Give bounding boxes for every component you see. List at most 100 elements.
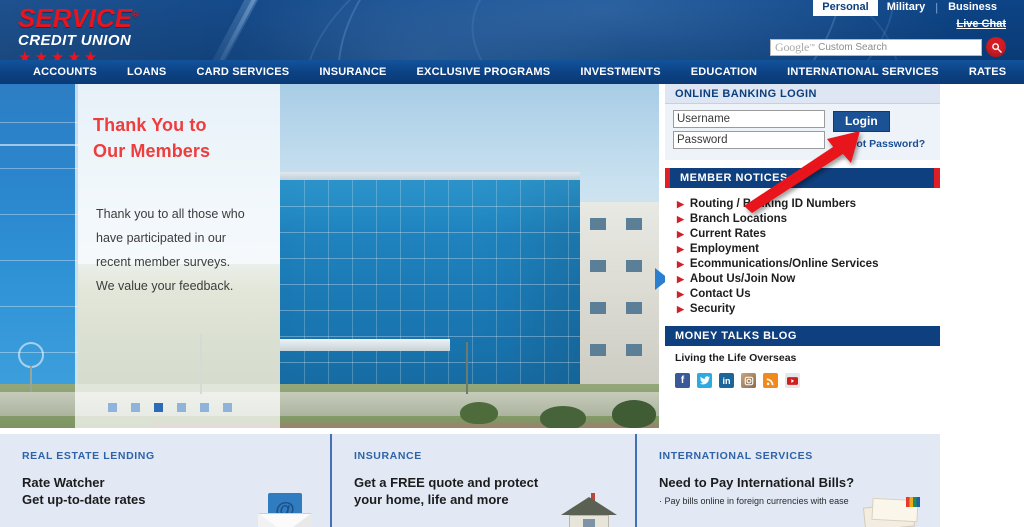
promo-card-international-services[interactable]: INTERNATIONAL SERVICES Need to Pay Inter… [635,434,940,527]
hero-title-line1: Thank You to [93,115,207,135]
logo-service-text: SERVICE® [18,3,139,33]
nav-item-investments[interactable]: INVESTMENTS [565,60,675,84]
promo-title: Need to Pay International Bills? [659,474,930,491]
notice-label: Employment [689,242,759,255]
login-actions: Login Forgot Password? [833,110,925,152]
nav-item-rates[interactable]: RATES [954,60,1021,84]
tab-military[interactable]: Military [878,0,935,16]
nav-item-card-services[interactable]: CARD SERVICES [181,60,304,84]
hero-body-line1: Thank you to all those who [96,207,245,221]
hero-title-line2: Our Members [93,141,211,161]
list-item[interactable]: ▶ Employment [669,241,940,256]
page-root: SERVICE® CREDIT UNION ★★★★★ Personal Mil… [0,0,1024,527]
instagram-icon[interactable] [741,373,756,388]
list-item[interactable]: ▶ Ecommunications/Online Services [669,256,940,271]
forgot-password-link[interactable]: Forgot Password? [833,138,925,150]
member-notices-list: ▶ Routing / Banking ID Numbers ▶ Branch Lo… [665,188,940,320]
tab-business[interactable]: Business [939,0,1006,16]
live-chat-link[interactable]: Live Chat [956,18,1006,30]
carousel-dot-1[interactable] [108,403,117,412]
carousel-dot-3[interactable] [154,403,163,412]
airmail-letters-icon [862,497,922,527]
carousel-dot-6[interactable] [223,403,232,412]
username-input[interactable]: Username [673,110,825,128]
google-wordmark: Google [775,39,810,54]
login-button[interactable]: Login [833,111,890,132]
online-banking-login-heading: ONLINE BANKING LOGIN [665,84,940,104]
hero-globe-sculpture [18,342,44,368]
list-item[interactable]: ▶ Current Rates [669,226,940,241]
site-logo[interactable]: SERVICE® CREDIT UNION ★★★★★ [18,5,218,60]
promo-title-line1: Get a FREE quote and protect [354,475,539,490]
promo-card-insurance[interactable]: INSURANCE Get a FREE quote and protect y… [330,434,635,527]
hero-building-main [280,180,580,395]
hero-shrub-2 [540,406,586,428]
hero-body-line4: We value your feedback. [96,279,234,293]
promo-title-line1: Need to Pay International Bills? [659,475,855,490]
hero-sculpture-pole [30,366,32,392]
carousel-dot-2[interactable] [131,403,140,412]
search-input[interactable]: Google ™ Custom Search [770,38,982,56]
nav-item-exclusive-programs[interactable]: EXCLUSIVE PROGRAMS [402,60,566,84]
youtube-icon[interactable] [785,373,800,388]
nav-item-accounts[interactable]: ACCOUNTS [18,60,112,84]
notice-label: Security [689,302,736,315]
linkedin-icon[interactable]: in [719,373,734,388]
member-notices-heading-text: MEMBER NOTICES [680,172,788,184]
blog-post-link[interactable]: Living the Life Overseas [665,346,940,364]
hero-body-line3: recent member surveys. [96,255,231,269]
list-item[interactable]: ▶ About Us/Join Now [669,271,940,286]
nav-item-international-services[interactable]: INTERNATIONAL SERVICES [772,60,954,84]
notice-label: Ecommunications/Online Services [689,257,879,270]
online-banking-login-form: Username Password Login Forgot Password? [665,104,940,160]
login-fields: Username Password [673,110,825,152]
hero-body-text: Thank you to all those who have particip… [96,202,276,298]
promo-kicker: INTERNATIONAL SERVICES [659,450,813,462]
list-item[interactable]: ▶ Security [669,301,940,316]
notice-label: Contact Us [689,287,751,300]
bullet-arrow-icon: ▶ [677,258,684,269]
twitter-icon[interactable] [697,373,712,388]
logo-registered-mark: ® [132,9,139,20]
search-icon[interactable] [986,37,1006,57]
list-item[interactable]: ▶ Contact Us [669,286,940,301]
nav-item-education[interactable]: EDUCATION [676,60,772,84]
carousel-dot-4[interactable] [177,403,186,412]
list-item[interactable]: ▶ Routing / Banking ID Numbers [669,196,940,211]
tab-personal[interactable]: Personal [813,0,878,16]
hero-building-canopy [280,339,450,351]
search-placeholder-text: Custom Search [818,41,888,53]
hero-title: Thank You to Our Members [93,112,283,164]
bullet-arrow-icon: ▶ [677,273,684,284]
carousel-dots [108,403,232,412]
bullet-arrow-icon: ▶ [677,243,684,254]
logo-credit-union-text: CREDIT UNION [18,32,132,49]
rss-icon[interactable] [763,373,778,388]
promo-kicker: INSURANCE [354,450,422,462]
main-navigation: ACCOUNTS LOANS CARD SERVICES INSURANCE E… [0,60,1024,84]
audience-tabs: Personal Military | Business [813,0,1006,16]
promo-card-real-estate-lending[interactable]: REAL ESTATE LENDING Rate Watcher Get up-… [0,434,330,527]
house-icon [561,491,617,527]
nav-item-insurance[interactable]: INSURANCE [304,60,401,84]
search-area: Google ™ Custom Search [770,37,1006,57]
password-input[interactable]: Password [673,131,825,149]
member-notices-heading: MEMBER NOTICES [665,168,940,188]
hero-body-line2: have participated in our [96,231,226,245]
promo-title-line1: Rate Watcher [22,475,105,490]
social-links: f in [665,364,940,388]
nav-item-loans[interactable]: LOANS [112,60,182,84]
bullet-arrow-icon: ▶ [677,228,684,239]
notice-label: Routing / Banking ID Numbers [689,197,857,210]
bullet-arrow-icon: ▶ [677,288,684,299]
facebook-icon[interactable]: f [675,373,690,388]
notice-label: About Us/Join Now [689,272,796,285]
money-talks-blog-heading-text: MONEY TALKS BLOG [675,330,797,342]
list-item[interactable]: ▶ Branch Locations [669,211,940,226]
carousel-dot-5[interactable] [200,403,209,412]
promo-kicker: REAL ESTATE LENDING [22,450,155,462]
logo-stars: ★★★★★ [18,49,101,60]
notice-label: Branch Locations [689,212,788,225]
bullet-arrow-icon: ▶ [677,198,684,209]
promo-cards: REAL ESTATE LENDING Rate Watcher Get up-… [0,434,940,527]
